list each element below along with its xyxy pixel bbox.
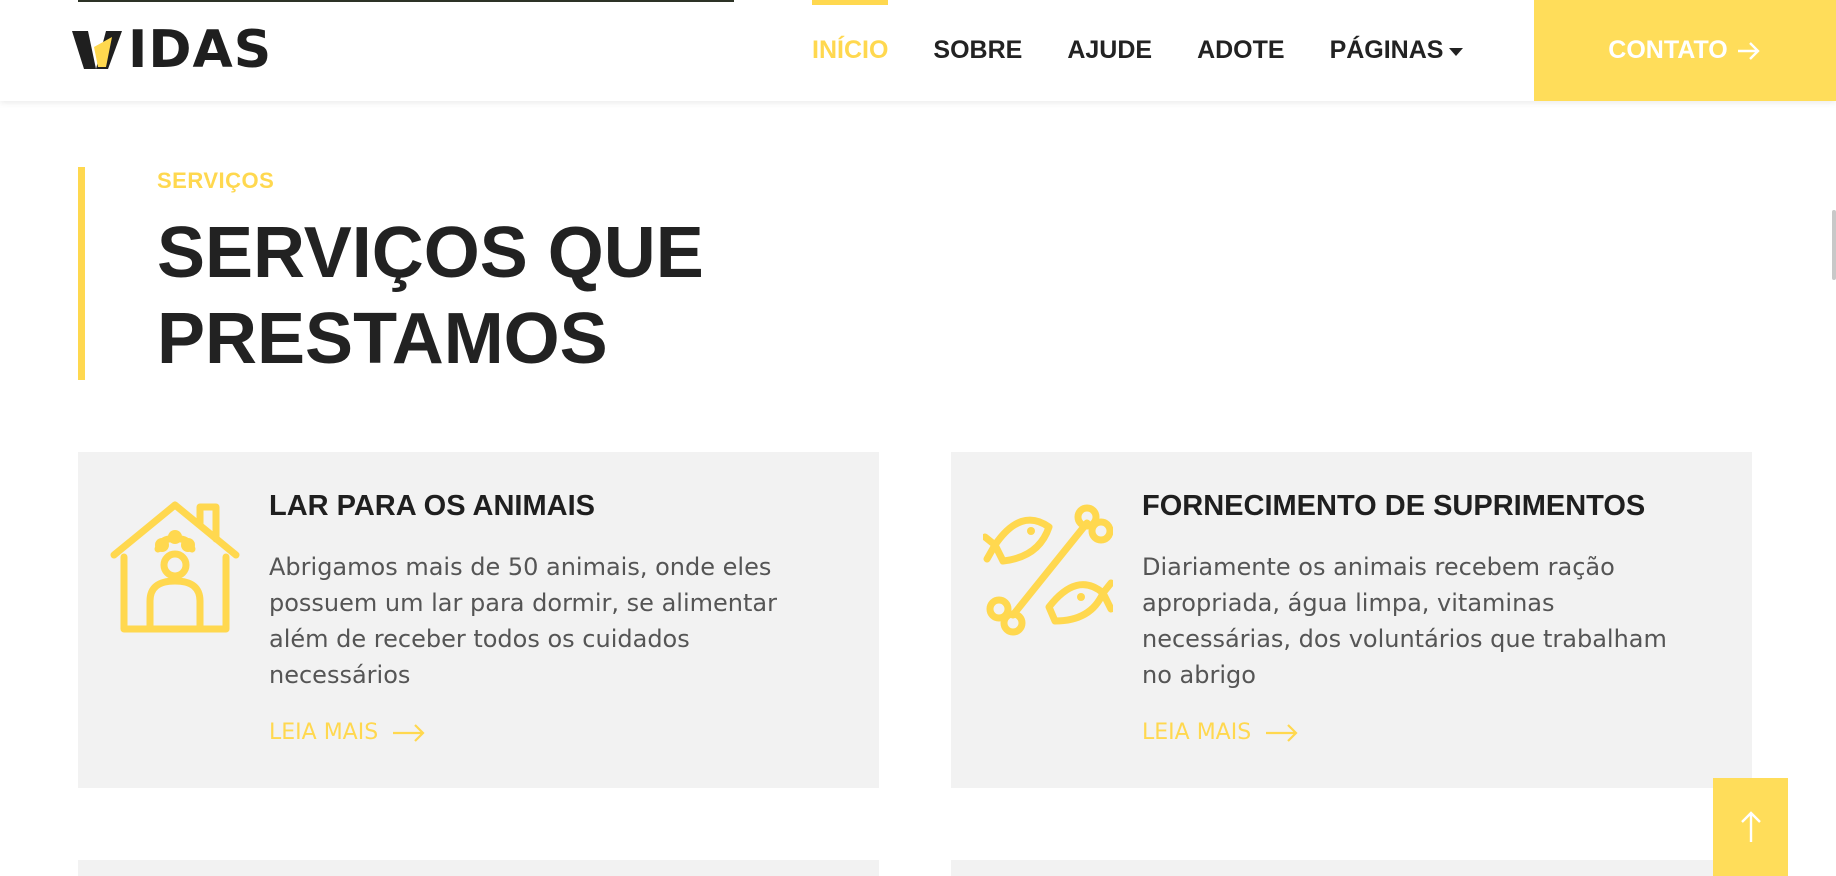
section-title-line2: PRESTAMOS bbox=[157, 299, 608, 379]
card-text: Diariamente os animais recebem ração apr… bbox=[1142, 553, 1667, 689]
section-title: SERVIÇOS QUE PRESTAMOS bbox=[157, 210, 857, 382]
site-header: IDAS INÍCIO SOBRE AJUDE ADOTE PÁGINAS CO… bbox=[0, 0, 1836, 101]
chevron-down-icon bbox=[1449, 47, 1464, 56]
arrow-right-icon bbox=[393, 723, 425, 742]
logo-text: IDAS bbox=[128, 20, 273, 80]
dog-house-icon bbox=[110, 501, 240, 633]
arrow-up-icon bbox=[1740, 811, 1761, 842]
section-kicker: SERVIÇOS bbox=[157, 168, 275, 193]
arrow-right-icon bbox=[1266, 723, 1298, 742]
logo-mark-icon bbox=[72, 31, 122, 69]
main-nav: INÍCIO SOBRE AJUDE ADOTE PÁGINAS bbox=[812, 0, 1508, 101]
nav-item-sobre[interactable]: SOBRE bbox=[933, 0, 1022, 101]
service-card-partial bbox=[951, 860, 1752, 876]
nav-item-ajude[interactable]: AJUDE bbox=[1067, 0, 1152, 101]
card-title: FORNECIMENTO DE SUPRIMENTOS bbox=[1142, 490, 1646, 522]
fish-bone-icon bbox=[983, 504, 1113, 636]
read-more-link[interactable]: LEIA MAIS bbox=[1142, 720, 1299, 745]
read-more-link[interactable]: LEIA MAIS bbox=[269, 720, 426, 745]
scrollbar-thumb[interactable] bbox=[1832, 210, 1836, 280]
service-card-partial bbox=[78, 860, 879, 876]
card-text: Abrigamos mais de 50 animais, onde eles … bbox=[269, 553, 777, 689]
contact-button-label: CONTATO bbox=[1608, 36, 1728, 64]
hero-image-edge bbox=[78, 0, 734, 2]
service-card-home: LAR PARA OS ANIMAIS Abrigamos mais de 50… bbox=[78, 452, 879, 788]
card-title: LAR PARA OS ANIMAIS bbox=[269, 490, 595, 522]
service-card-supplies: FORNECIMENTO DE SUPRIMENTOS Diariamente … bbox=[951, 452, 1752, 788]
nav-item-adote[interactable]: ADOTE bbox=[1197, 0, 1285, 101]
read-more-label: LEIA MAIS bbox=[1142, 720, 1252, 745]
back-to-top-button[interactable] bbox=[1713, 778, 1788, 876]
nav-item-paginas-label: PÁGINAS bbox=[1329, 36, 1444, 64]
section-title-line1: SERVIÇOS QUE bbox=[157, 213, 704, 293]
section-accent-bar bbox=[78, 167, 85, 380]
logo[interactable]: IDAS bbox=[72, 22, 272, 78]
nav-item-inicio[interactable]: INÍCIO bbox=[812, 0, 889, 101]
arrow-right-icon bbox=[1737, 41, 1760, 60]
read-more-label: LEIA MAIS bbox=[269, 720, 379, 745]
contact-button[interactable]: CONTATO bbox=[1534, 0, 1836, 101]
nav-item-paginas[interactable]: PÁGINAS bbox=[1330, 0, 1464, 101]
